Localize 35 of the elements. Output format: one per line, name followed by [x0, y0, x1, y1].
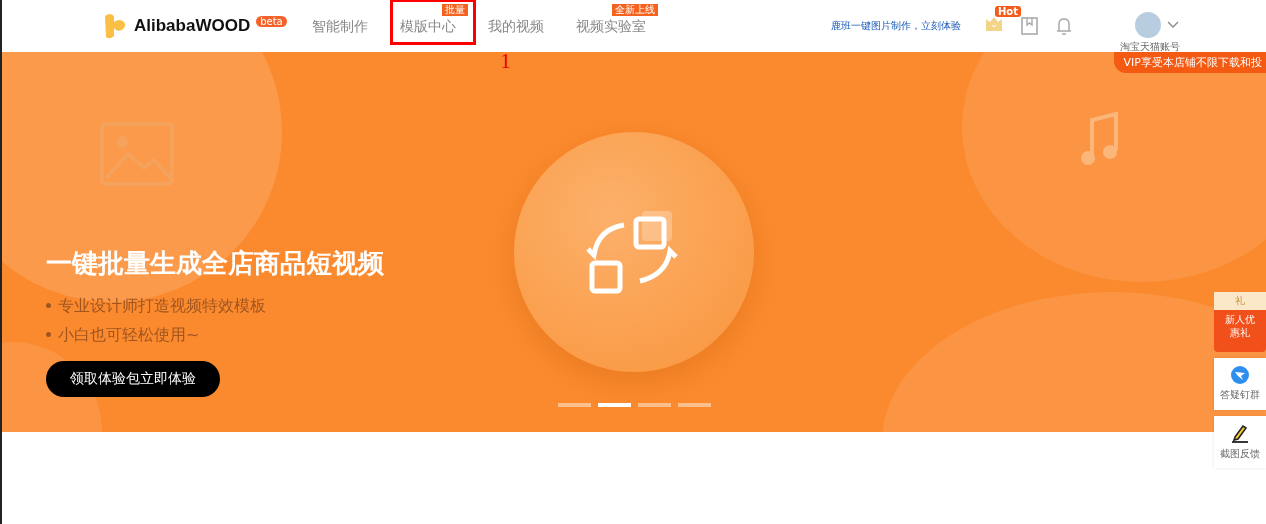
gift-label: 新人优惠礼 [1224, 313, 1256, 339]
nav-badge: 批量 [442, 4, 468, 16]
feedback-widget[interactable]: 截图反馈 [1214, 416, 1266, 468]
nav-tab[interactable]: 智能制作 [312, 17, 368, 35]
promo-link[interactable]: 鹿班一键图片制作，立刻体验 [831, 19, 961, 33]
beta-badge: beta [256, 15, 287, 27]
banner-bullet: 专业设计师打造视频特效模板 [58, 295, 266, 317]
annotation-label: 1 [500, 49, 511, 73]
widget-label: 答疑钉群 [1220, 388, 1260, 402]
nav-tab[interactable]: 模版中心 [400, 17, 456, 35]
banner-title: 一键批量生成全店商品短视频 [46, 247, 384, 280]
logo-icon [102, 12, 128, 40]
vip-ribbon: VIP享受本店铺不限下载和投 [1113, 52, 1266, 73]
nav-tab[interactable]: 视频实验室 [576, 17, 646, 35]
hot-badge: Hot [995, 6, 1022, 17]
widget-label: 截图反馈 [1220, 447, 1260, 461]
bullet-dot [46, 332, 51, 337]
gift-seal: 礼 [1214, 292, 1266, 310]
bookmark-icon[interactable] [1021, 17, 1038, 35]
bell-icon[interactable] [1056, 16, 1072, 36]
nav-badge: 全新上线 [612, 4, 658, 16]
gift-widget[interactable]: 礼 新人优惠礼 [1214, 292, 1266, 352]
chevron-down-icon[interactable] [1167, 21, 1179, 29]
group-widget[interactable]: 答疑钉群 [1214, 358, 1266, 410]
avatar[interactable] [1135, 12, 1161, 38]
music-note-icon [1080, 112, 1120, 168]
bullet-dot [46, 303, 51, 308]
chat-bird-icon [1231, 366, 1249, 384]
account-name: 淘宝天猫账号 [1120, 40, 1180, 54]
nav-tab[interactable]: 我的视频 [488, 17, 544, 35]
logo-wordmark[interactable]: AlibabaWOOD [134, 16, 251, 36]
pencil-icon [1230, 423, 1250, 443]
crown-icon[interactable] [985, 16, 1003, 32]
cta-button[interactable]: 领取体验包立即体验 [46, 361, 220, 397]
banner-bullet: 小白也可轻松使用~ [58, 324, 200, 346]
